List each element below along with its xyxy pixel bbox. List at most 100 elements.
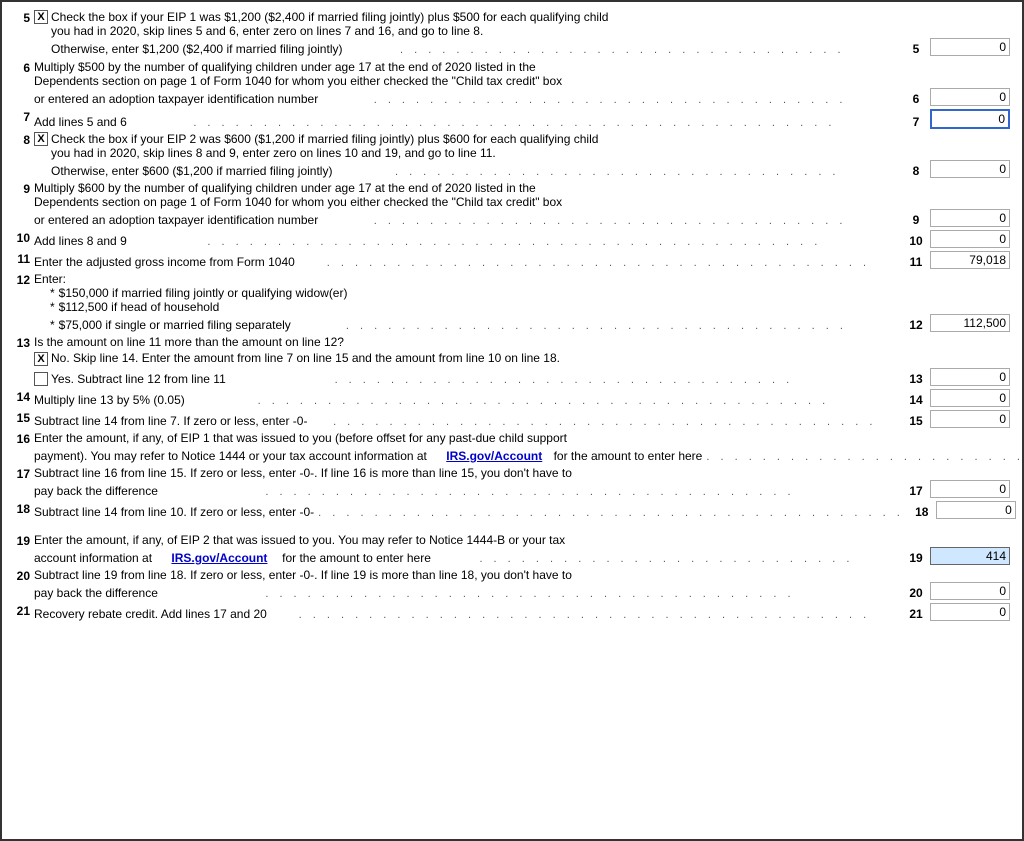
line-11-row: 11 Enter the adjusted gross income from …: [14, 251, 1010, 269]
line-9-dots: . . . . . . . . . . . . . . . . . . . . …: [318, 215, 902, 227]
line-21-dots: . . . . . . . . . . . . . . . . . . . . …: [267, 609, 902, 621]
line-13-no-text: No. Skip line 14. Enter the amount from …: [51, 351, 1010, 365]
line-14-dots: . . . . . . . . . . . . . . . . . . . . …: [185, 395, 902, 407]
line-8-checkbox[interactable]: [34, 132, 48, 146]
line-6-text2: Dependents section on page 1 of Form 104…: [34, 74, 562, 88]
line-11-text: Enter the adjusted gross income from For…: [34, 255, 295, 269]
line-8-text3: Otherwise, enter $600 ($1,200 if married…: [51, 164, 332, 178]
line-8-text: Check the box if your EIP 2 was $600 ($1…: [51, 132, 1010, 178]
line-15-text: Subtract line 14 from line 7. If zero or…: [34, 414, 307, 428]
line-18-row: 18 Subtract line 14 from line 10. If zer…: [14, 501, 1010, 519]
line-9-num: 9: [14, 181, 34, 196]
line-12-value: 112,500: [930, 314, 1010, 332]
line-15-label: 15: [902, 413, 930, 428]
line-13-yes-text: Yes. Subtract line 12 from line 11: [51, 372, 226, 386]
line-7-row: 7 Add lines 5 and 6 . . . . . . . . . . …: [14, 109, 1010, 129]
line-12-label: Enter:: [34, 272, 66, 286]
line-12-bullet-3: $75,000 if single or married filing sepa…: [59, 318, 291, 332]
line-6-text3: or entered an adoption taxpayer identifi…: [34, 92, 318, 106]
line-12-bullet-2: $112,500 if head of household: [59, 300, 220, 314]
line-12-line-label: 12: [902, 317, 930, 332]
line-16-dots: . . . . . . . . . . . . . . . . . . . . …: [702, 451, 1024, 463]
line-16-text2: payment). You may refer to Notice 1444 o…: [34, 449, 427, 463]
line-21-value: 0: [930, 603, 1010, 621]
line-19-label: 19: [902, 550, 930, 565]
line-16-irs-link[interactable]: IRS.gov/Account: [446, 449, 542, 463]
line-21-num: 21: [14, 603, 34, 618]
line-9-text3: or entered an adoption taxpayer identifi…: [34, 213, 318, 227]
line-13-header: 13 Is the amount on line 11 more than th…: [14, 335, 1010, 386]
line-6-label: 6: [902, 91, 930, 106]
line-21-label: 21: [902, 606, 930, 621]
line-17-value: 0: [930, 480, 1010, 498]
line-19-text3: for the amount to enter here: [282, 551, 431, 565]
line-7-label: 7: [902, 114, 930, 129]
line-10-label: 10: [902, 233, 930, 248]
line-17-label: 17: [902, 483, 930, 498]
line-19-value: 414: [930, 547, 1010, 565]
line-10-row: 10 Add lines 8 and 9 . . . . . . . . . .…: [14, 230, 1010, 248]
line-10-num: 10: [14, 230, 34, 245]
line-19-text1: Enter the amount, if any, of EIP 2 that …: [34, 533, 565, 547]
line-21-row: 21 Recovery rebate credit. Add lines 17 …: [14, 603, 1010, 621]
line-12-num: 12: [14, 272, 34, 287]
line-19-num: 19: [14, 533, 34, 548]
line-5-row: 5 Check the box if your EIP 1 was $1,200…: [14, 10, 1010, 56]
line-17-dots: . . . . . . . . . . . . . . . . . . . . …: [158, 486, 902, 498]
line-14-text: Multiply line 13 by 5% (0.05): [34, 393, 185, 407]
line-10-dots: . . . . . . . . . . . . . . . . . . . . …: [127, 236, 902, 248]
line-13-question: Is the amount on line 11 more than the a…: [34, 335, 344, 349]
line-6-row: 6 Multiply $500 by the number of qualify…: [14, 60, 1010, 106]
line-8-value: 0: [930, 160, 1010, 178]
line-6-text1: Multiply $500 by the number of qualifyin…: [34, 60, 536, 74]
line-5-text: Check the box if your EIP 1 was $1,200 (…: [51, 10, 1010, 56]
line-17-num: 17: [14, 466, 34, 481]
line-19-text2: account information at: [34, 551, 152, 565]
line-7-value: 0: [930, 109, 1010, 129]
line-8-num: 8: [14, 132, 34, 147]
line-10-text: Add lines 8 and 9: [34, 234, 127, 248]
line-17-text2: pay back the difference: [34, 484, 158, 498]
line-20-num: 20: [14, 568, 34, 583]
line-16-text3: for the amount to enter here: [554, 449, 703, 463]
line-9-row: 9 Multiply $600 by the number of qualify…: [14, 181, 1010, 227]
line-9-label: 9: [902, 212, 930, 227]
line-13-yes-checkbox[interactable]: [34, 372, 48, 386]
line-21-text: Recovery rebate credit. Add lines 17 and…: [34, 607, 267, 621]
line-14-label: 14: [902, 392, 930, 407]
form-container: 5 Check the box if your EIP 1 was $1,200…: [0, 0, 1024, 841]
line-19-irs-link[interactable]: IRS.gov/Account: [171, 551, 267, 565]
line-5-label: 5: [902, 41, 930, 56]
line-9-text1: Multiply $600 by the number of qualifyin…: [34, 181, 536, 195]
line-18-text: Subtract line 14 from line 10. If zero o…: [34, 505, 314, 519]
line-20-text1: Subtract line 19 from line 18. If zero o…: [34, 568, 572, 582]
line-5-text3: Otherwise, enter $1,200 ($2,400 if marri…: [51, 42, 342, 56]
line-8-label: 8: [902, 163, 930, 178]
line-6-value: 0: [930, 88, 1010, 106]
line-13-value: 0: [930, 368, 1010, 386]
line-13-num: 13: [14, 335, 34, 350]
line-10-value: 0: [930, 230, 1010, 248]
line-20-dots: . . . . . . . . . . . . . . . . . . . . …: [158, 588, 902, 600]
line-11-label: 11: [902, 254, 930, 269]
line-5-checkbox[interactable]: [34, 10, 48, 24]
line-12-bullet-1: $150,000 if married filing jointly or qu…: [59, 286, 348, 300]
line-13-dots: . . . . . . . . . . . . . . . . . . . . …: [226, 374, 902, 386]
line-16-text3-pre: [546, 449, 549, 463]
line-5-dots: . . . . . . . . . . . . . . . . . . . . …: [342, 44, 902, 56]
line-14-num: 14: [14, 389, 34, 404]
line-11-num: 11: [14, 251, 34, 266]
line-17-row: 17 Subtract line 16 from line 15. If zer…: [14, 466, 1010, 498]
line-8-row: 8 Check the box if your EIP 2 was $600 (…: [14, 132, 1010, 178]
line-12-row: 12 Enter: *$150,000 if married filing jo…: [14, 272, 1010, 332]
line-11-value: 79,018: [930, 251, 1010, 269]
line-14-row: 14 Multiply line 13 by 5% (0.05) . . . .…: [14, 389, 1010, 407]
line-16-num: 16: [14, 431, 34, 446]
line-9-value: 0: [930, 209, 1010, 227]
line-19-dots: . . . . . . . . . . . . . . . . . . . . …: [431, 553, 902, 565]
line-14-value: 0: [930, 389, 1010, 407]
line-20-text2: pay back the difference: [34, 586, 158, 600]
line-18-label: 18: [908, 504, 936, 519]
line-7-num: 7: [14, 109, 34, 124]
line-13-no-checkbox[interactable]: [34, 352, 48, 366]
